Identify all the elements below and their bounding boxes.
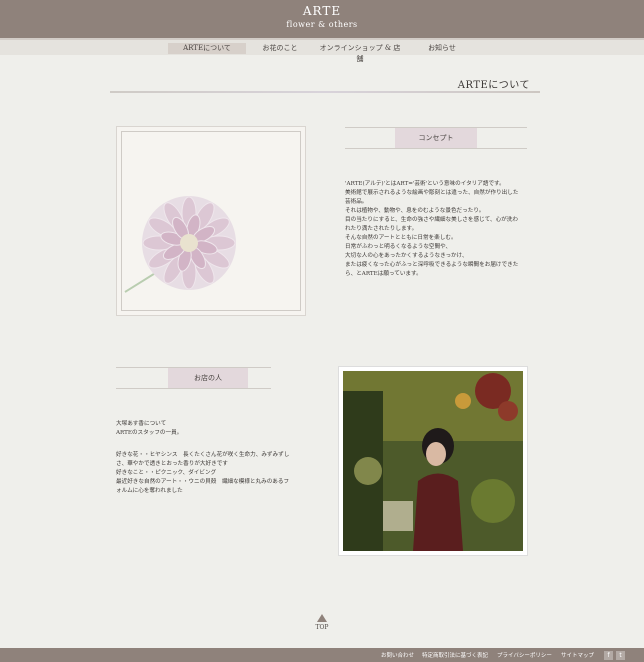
person-detail-line: さ、華やかで透きとおった香りが大好きです [116, 461, 228, 467]
concept-line: 芸術品。 [345, 199, 368, 205]
staff-photo [343, 371, 523, 551]
title-divider [110, 91, 540, 93]
concept-line: 美術館で展示されるような絵画や彫刻とは違った、自然が作り出した [345, 190, 519, 196]
concept-line: れたり満たされたりします。 [345, 226, 418, 232]
concept-line: 'ARTE(アルテ)'とはART='芸術'という意味のイタリア語です。 [345, 181, 505, 187]
concept-heading-label: コンセプト [395, 128, 477, 148]
back-to-top[interactable]: TOP [312, 614, 332, 631]
footer-link-legal[interactable]: 特定商取引法に基づく表記 [422, 651, 488, 659]
nav-item-about[interactable]: ARTEについて [168, 43, 246, 54]
person-detail-line: 最近好きな自然のアート・・ウニの貝殻 繊細な模様と丸みのあるフ [116, 479, 290, 485]
concept-line: 日常がふわっと明るくなるような空間や、 [345, 244, 452, 250]
brand-logo[interactable]: ARTE [0, 4, 644, 18]
person-intro-line: ARTEのスタッフの一員。 [116, 430, 183, 436]
twitter-icon[interactable]: t [616, 651, 625, 660]
concept-heading: コンセプト [345, 127, 527, 149]
person-detail-line: ォルムに心を奪われました [116, 488, 183, 494]
concept-heading-rule-bottom [345, 148, 527, 149]
footer-link-contact[interactable]: お問い合わせ [381, 651, 414, 659]
footer-link-privacy[interactable]: プライバシーポリシー [497, 651, 552, 659]
nav-item-shop[interactable]: オンラインショップ & 店舗 [318, 43, 402, 63]
back-to-top-label: TOP [315, 624, 329, 631]
person-intro: 大塚あす香について ARTEのスタッフの一員。 [116, 420, 306, 438]
concept-line: または疲くなった心がふっと深呼吸できるような瞬間をお届けできた [345, 262, 519, 268]
arrow-up-icon [317, 614, 327, 622]
concept-line: それは植物や、動物や、息をのむような景色だったり。 [345, 208, 485, 214]
person-heading: お店の人 [116, 367, 271, 389]
person-heading-rule-bottom [116, 388, 271, 389]
concept-line: 目の当たりにすると、生命の強さや繊細な美しさを感じて、心が洗わ [345, 217, 518, 223]
facebook-icon[interactable]: f [604, 651, 613, 660]
person-intro-line: 大塚あす香について [116, 421, 167, 427]
person-detail-line: 好きな花・・ヒヤシンス 長くたくさん花が咲く生命力、みずみずし [116, 452, 290, 458]
concept-text: 'ARTE(アルテ)'とはART='芸術'という意味のイタリア語です。 美術館で… [345, 180, 535, 279]
nav-item-flowers[interactable]: お花のこと [255, 43, 305, 54]
nav-item-news[interactable]: お知らせ [420, 43, 464, 54]
concept-line: そんな自然のアートとともに日常を楽しむ。 [345, 235, 457, 241]
person-heading-label: お店の人 [168, 368, 248, 388]
staff-photo-illustration [343, 371, 523, 551]
dahlia-illustration [124, 196, 236, 293]
brand-tagline: flower & others [286, 20, 358, 29]
person-details: 好きな花・・ヒヤシンス 長くたくさん花が咲く生命力、みずみずし さ、華やかで透き… [116, 451, 306, 496]
global-nav: ARTEについて お花のこと オンラインショップ & 店舗 お知らせ [0, 38, 644, 63]
footer-link-sitemap[interactable]: サイトマップ [561, 651, 594, 659]
site-footer: お問い合わせ 特定商取引法に基づく表記 プライバシーポリシー サイトマップ f … [0, 648, 644, 662]
page-title: ARTEについて [457, 80, 530, 91]
concept-line: ら、とARTEは願っています。 [345, 271, 422, 277]
site-header: ARTE flower & others [0, 0, 644, 38]
flower-image-frame [116, 126, 306, 316]
person-detail-line: 好きなこと・・ピクニック、ダイビング [116, 470, 217, 476]
concept-line: 大切な人の心をあったかくするようなきっかけ、 [345, 253, 468, 259]
